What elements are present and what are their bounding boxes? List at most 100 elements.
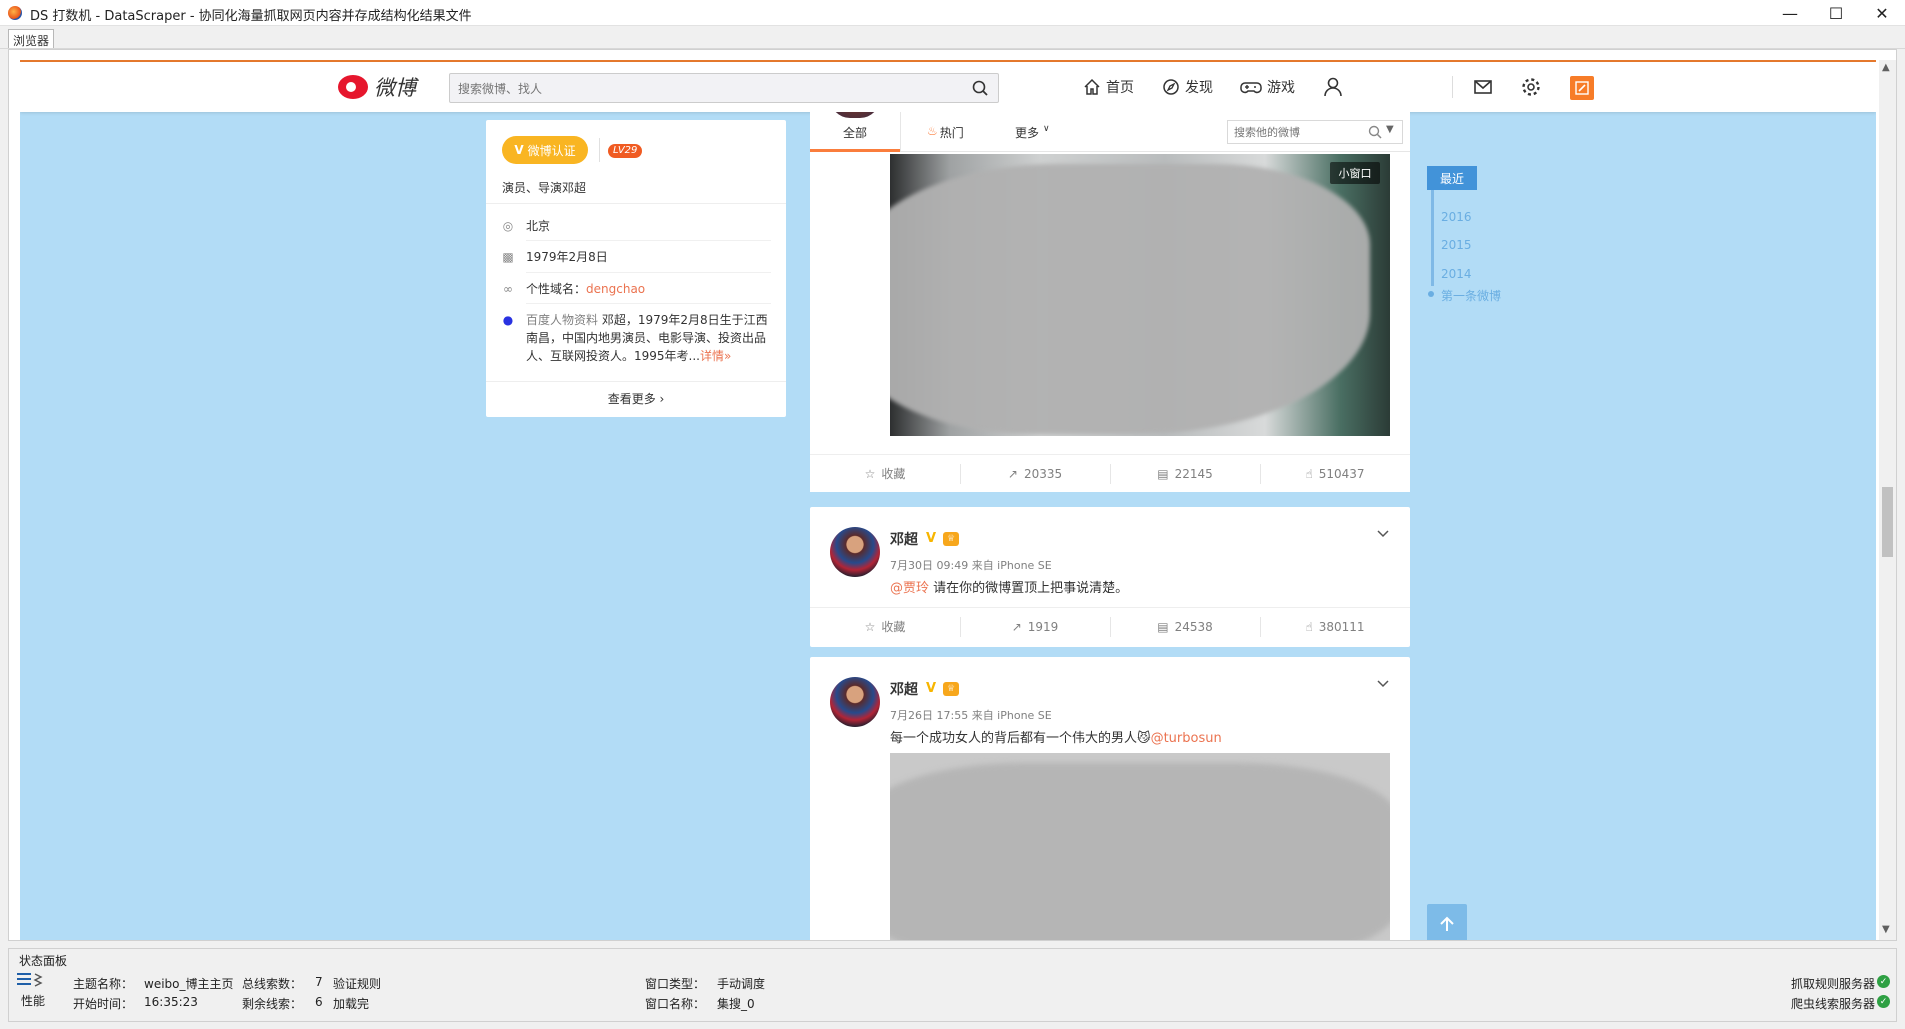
back-to-top-button[interactable] [1427, 904, 1467, 940]
weibo-logo-text: 微博 [374, 76, 416, 100]
compass-icon [1163, 79, 1179, 95]
like-button[interactable]: ☝ 510437 [1260, 455, 1410, 492]
level-badge[interactable]: LV29 [608, 144, 643, 158]
profile-info-card: V 微博认证 LV29 演员、导演邓超 ◎ 北京 ▩ 1979年2月8日 ∞ 个… [486, 120, 786, 417]
verified-v-icon: V [926, 531, 937, 546]
timeline-year[interactable]: 2015 [1441, 238, 1472, 252]
info-birthday: ▩ 1979年2月8日 [502, 248, 772, 266]
timeline-year[interactable]: 2014 [1441, 267, 1472, 281]
favorite-button[interactable]: ☆ 收藏 [810, 455, 960, 492]
nav-home[interactable]: 首页 [1083, 76, 1134, 98]
tab-hot-label: 热门 [939, 126, 964, 140]
remain-label: 剩余线索： [242, 997, 303, 1011]
favorite-button[interactable]: ☆ 收藏 [810, 608, 960, 645]
post-author[interactable]: 邓超 [890, 529, 918, 549]
birthday-value: 1979年2月8日 [526, 250, 608, 264]
tab-strip: 浏览器 [0, 27, 1905, 49]
compose-button[interactable] [1570, 76, 1594, 100]
flame-icon: ♨ [927, 124, 938, 138]
like-button[interactable]: ☝ 380111 [1260, 608, 1410, 645]
post-actions: ☆ 收藏 ↗ 1919 ▤ 24538 ☝ 380111 [810, 607, 1410, 645]
nav-games[interactable]: 游戏 [1240, 76, 1295, 98]
total-value: 7 [315, 975, 323, 989]
dropdown-arrow-icon[interactable]: ▼ [1386, 124, 1394, 135]
search-icon[interactable] [972, 80, 988, 96]
scrollbar-thumb[interactable] [1882, 487, 1893, 557]
comment-button[interactable]: ▤ 24538 [1110, 608, 1260, 645]
mail-icon[interactable] [1472, 76, 1494, 98]
domain-link[interactable]: dengchao [586, 282, 645, 296]
browser-frame: 微博 首页 发现 游戏 [8, 49, 1897, 941]
tab-hot[interactable]: ♨ 热门 [927, 124, 964, 141]
card-divider [486, 203, 786, 204]
user-icon[interactable] [1322, 76, 1344, 98]
favorite-label: 收藏 [881, 467, 906, 481]
window-titlebar: DS 打数机 - DataScraper - 协同化海量抓取网页内容并存成结构化… [0, 0, 1905, 26]
profile-intro: 演员、导演邓超 [502, 181, 587, 195]
repost-button[interactable]: ↗ 1919 [960, 608, 1110, 645]
window-type-label: 窗口类型： [645, 977, 706, 991]
chevron-down-icon[interactable] [1376, 527, 1390, 541]
clue-server-label: 爬虫线索服务器 [1791, 997, 1876, 1011]
window-name-value: 集搜_0 [717, 997, 755, 1011]
tab-all[interactable]: 全部 [843, 124, 867, 141]
weibo-logo[interactable]: 微博 [338, 72, 416, 102]
vertical-scrollbar[interactable]: ▲ ▼ [1879, 60, 1896, 940]
post-text-content: 每一个成功女人的背后都有一个伟大的男人 [890, 731, 1138, 746]
close-button[interactable]: ✕ [1859, 0, 1905, 26]
feed-search-input[interactable] [1234, 124, 1362, 140]
cake-icon: ▩ [502, 250, 514, 264]
comment-icon: ▤ [1157, 466, 1169, 481]
minimize-button[interactable]: — [1767, 0, 1813, 26]
avatar[interactable] [830, 527, 880, 577]
weibo-search-input[interactable] [458, 80, 938, 98]
search-icon[interactable] [1368, 125, 1382, 139]
comment-button[interactable]: ▤ 22145 [1110, 455, 1260, 492]
mention-link[interactable]: @turbosun [1151, 731, 1222, 746]
timeline-recent[interactable]: 最近 [1427, 166, 1477, 190]
see-more-link[interactable]: 查看更多 › [486, 390, 786, 407]
location-value: 北京 [526, 219, 551, 233]
maximize-button[interactable]: ☐ [1813, 0, 1859, 26]
tab-browser[interactable]: 浏览器 [8, 29, 55, 48]
like-count: 510437 [1318, 466, 1365, 481]
star-icon: ☆ [864, 619, 876, 634]
timeline-first-post[interactable]: 第一条微博 [1441, 287, 1501, 304]
avatar [830, 112, 880, 118]
tab-more[interactable]: 更多 ∨ [1015, 124, 1050, 141]
scroll-down-icon[interactable]: ▼ [1882, 924, 1890, 935]
post-text-content: 请在你的微博置顶上把事说清楚。 [929, 581, 1129, 596]
weibo-eye-icon [338, 75, 368, 99]
baike-source[interactable]: 百度人物资料 [526, 313, 598, 327]
mention-link[interactable]: @贾玲 [890, 581, 929, 596]
nav-home-label: 首页 [1106, 80, 1134, 96]
star-icon: ☆ [864, 466, 876, 481]
nav-discover[interactable]: 发现 [1162, 76, 1213, 98]
post-card: 邓超 V ♕ 7月30日 09:49 来自 iPhone SE @贾玲 请在你的… [810, 507, 1410, 647]
performance-icon[interactable] [15, 971, 45, 989]
verified-badge[interactable]: V 微博认证 [502, 136, 588, 164]
weibo-search-box [449, 73, 999, 103]
check-circle-icon: ✓ [1877, 975, 1890, 988]
post-card: 小窗口 [810, 152, 1410, 454]
feed-column: 全部 ♨ 热门 更多 ∨ ▼ [810, 112, 1410, 940]
mini-window-button[interactable]: 小窗口 [1330, 162, 1380, 184]
comment-count: 22145 [1174, 466, 1213, 481]
timeline-year[interactable]: 2016 [1441, 210, 1472, 224]
gear-icon[interactable] [1520, 76, 1542, 98]
member-crown-icon: ♕ [943, 532, 959, 546]
baike-more-link[interactable]: 详情» [700, 349, 731, 363]
nav-games-label: 游戏 [1267, 80, 1295, 96]
post-actions: ☆ 收藏 ↗ 20335 ▤ 22145 ☝ 510437 [810, 454, 1410, 492]
repost-button[interactable]: ↗ 20335 [960, 455, 1110, 492]
post-video-image[interactable]: 小窗口 [890, 154, 1390, 436]
chevron-down-icon[interactable] [1376, 677, 1390, 691]
domain-label: 个性域名： [526, 282, 587, 296]
repost-icon: ↗ [1007, 466, 1018, 481]
post-image[interactable] [890, 753, 1390, 940]
thumbs-up-icon: ☝ [1305, 619, 1313, 634]
avatar[interactable] [830, 677, 880, 727]
scroll-up-icon[interactable]: ▲ [1882, 62, 1890, 73]
post-author[interactable]: 邓超 [890, 679, 918, 699]
repost-count: 20335 [1023, 466, 1063, 481]
